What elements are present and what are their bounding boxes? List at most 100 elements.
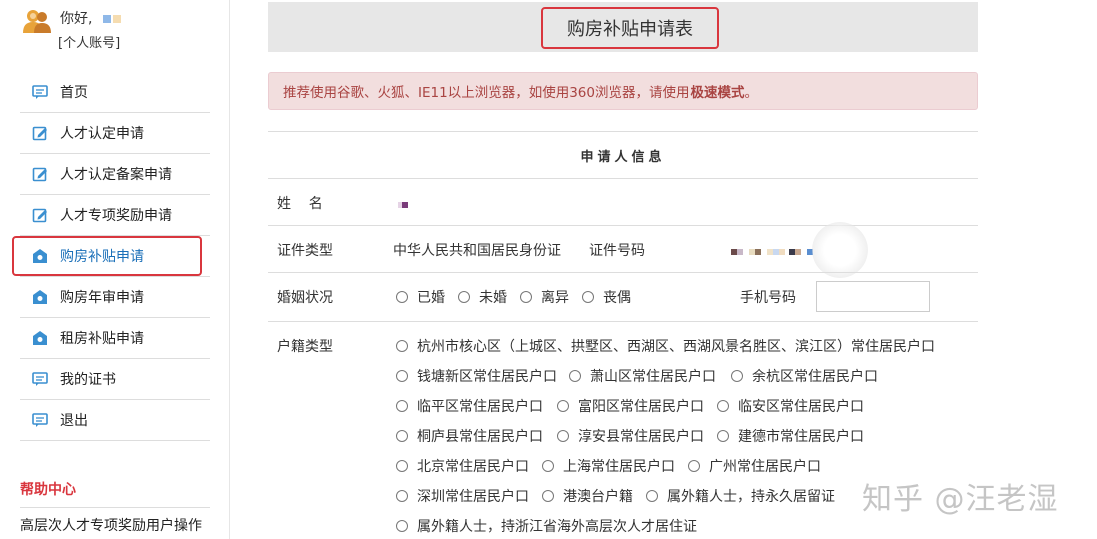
radio-label: 丧偶 — [603, 290, 631, 306]
radio-label: 钱塘新区常住居民户口 — [417, 369, 557, 385]
edit-icon — [32, 167, 47, 182]
id-type-value: 中华人民共和国居民身份证 — [393, 243, 561, 259]
id-number-redacted — [731, 244, 813, 260]
hukou-radio-fuyang[interactable]: 富阳区常住居民户口 — [557, 396, 704, 416]
radio-label: 临安区常住居民户口 — [738, 399, 864, 415]
greeting-text: 你好, — [60, 8, 121, 28]
edit-icon — [32, 126, 47, 141]
sidebar-item-label: 购房年审申请 — [60, 290, 144, 306]
radio-label: 离异 — [541, 290, 569, 306]
radio-circle[interactable] — [396, 460, 408, 472]
name-value-redacted — [398, 197, 408, 213]
radio-circle[interactable] — [458, 291, 470, 303]
phone-input[interactable] — [816, 281, 930, 312]
hukou-radio-tonglu[interactable]: 桐庐县常住居民户口 — [396, 426, 543, 446]
hukou-radio-shanghai[interactable]: 上海常住居民户口 — [542, 456, 675, 476]
hukou-type-label: 户籍类型 — [277, 339, 333, 355]
sidebar-nav: 首页 人才认定申请 人才认定备案申请 人才专项奖励申请 购房补贴申请 购房年审申… — [20, 72, 210, 441]
radio-circle[interactable] — [557, 430, 569, 442]
sidebar-item-talent-reward[interactable]: 人才专项奖励申请 — [20, 195, 210, 236]
hukou-radio-yuhang[interactable]: 余杭区常住居民户口 — [731, 366, 878, 386]
radio-circle[interactable] — [396, 340, 408, 352]
radio-circle[interactable] — [717, 400, 729, 412]
radio-circle[interactable] — [396, 430, 408, 442]
radio-label: 杭州市核心区（上城区、拱墅区、西湖区、西湖风景名胜区、滨江区）常住居民户口 — [417, 339, 935, 355]
radio-circle[interactable] — [688, 460, 700, 472]
radio-circle[interactable] — [520, 291, 532, 303]
sidebar-item-home[interactable]: 首页 — [20, 72, 210, 113]
sidebar-item-talent-certification[interactable]: 人才认定申请 — [20, 113, 210, 154]
radio-circle[interactable] — [542, 490, 554, 502]
divider — [268, 225, 978, 226]
sidebar-item-logout[interactable]: 退出 — [20, 400, 210, 441]
radio-label: 港澳台户籍 — [563, 489, 633, 505]
radio-label: 上海常住居民户口 — [563, 459, 675, 475]
radio-label: 萧山区常住居民户口 — [590, 369, 716, 385]
hukou-radio-foreign-zhejiang-talent[interactable]: 属外籍人士，持浙江省海外高层次人才居住证 — [396, 516, 697, 536]
avatar — [23, 10, 51, 33]
radio-circle[interactable] — [396, 291, 408, 303]
radio-circle[interactable] — [542, 460, 554, 472]
radio-circle[interactable] — [396, 490, 408, 502]
radio-circle[interactable] — [569, 370, 581, 382]
divider — [268, 178, 978, 179]
divider — [268, 272, 978, 273]
edit-icon — [32, 208, 47, 223]
comment-icon — [32, 372, 48, 386]
radio-label: 建德市常住居民户口 — [738, 429, 864, 445]
radio-label: 属外籍人士，持永久居留证 — [667, 489, 835, 505]
home-icon — [33, 290, 47, 304]
marital-radio-married[interactable]: 已婚 — [396, 287, 445, 307]
sidebar-item-label: 我的证书 — [60, 372, 116, 388]
radio-circle[interactable] — [717, 430, 729, 442]
alert-text: 推荐使用谷歌、火狐、IE11以上浏览器，如使用360浏览器，请使用 — [283, 85, 690, 101]
hukou-radio-xiaoshan[interactable]: 萧山区常住居民户口 — [569, 366, 716, 386]
sidebar-item-label: 人才认定备案申请 — [60, 167, 172, 183]
radio-circle[interactable] — [557, 400, 569, 412]
id-type-label: 证件类型 — [277, 243, 333, 259]
help-center-title: 帮助中心 — [20, 482, 76, 498]
name-label: 姓 名 — [277, 196, 323, 212]
redacted-name — [102, 15, 111, 23]
sidebar-item-rent-subsidy[interactable]: 租房补贴申请 — [20, 318, 210, 359]
radio-circle[interactable] — [582, 291, 594, 303]
radio-circle[interactable] — [396, 370, 408, 382]
sidebar-item-housing-subsidy[interactable]: 购房补贴申请 — [20, 236, 210, 277]
hukou-radio-shenzhen[interactable]: 深圳常住居民户口 — [396, 486, 529, 506]
hukou-radio-linan[interactable]: 临安区常住居民户口 — [717, 396, 864, 416]
greeting-label: 你好, — [60, 11, 93, 27]
sidebar-item-label: 租房补贴申请 — [60, 331, 144, 347]
radio-label: 未婚 — [479, 290, 507, 306]
sidebar-item-label: 退出 — [60, 413, 88, 429]
radio-label: 北京常住居民户口 — [417, 459, 529, 475]
radio-circle[interactable] — [396, 400, 408, 412]
radio-label: 属外籍人士，持浙江省海外高层次人才居住证 — [417, 519, 697, 535]
hukou-radio-chunan[interactable]: 淳安县常住居民户口 — [557, 426, 704, 446]
hukou-radio-linping[interactable]: 临平区常住居民户口 — [396, 396, 543, 416]
hukou-radio-qiantang[interactable]: 钱塘新区常住居民户口 — [396, 366, 557, 386]
hukou-radio-guangzhou[interactable]: 广州常住居民户口 — [688, 456, 821, 476]
sidebar-item-housing-annual-review[interactable]: 购房年审申请 — [20, 277, 210, 318]
marital-radio-single[interactable]: 未婚 — [458, 287, 507, 307]
image-artifact — [812, 222, 868, 278]
radio-circle[interactable] — [646, 490, 658, 502]
marital-radio-divorced[interactable]: 离异 — [520, 287, 569, 307]
hukou-radio-foreign-permanent[interactable]: 属外籍人士，持永久居留证 — [646, 486, 835, 506]
account-link[interactable]: [个人账号] — [58, 32, 120, 51]
comment-icon — [32, 413, 48, 427]
help-link[interactable]: 高层次人才专项奖励用户操作 — [20, 515, 202, 535]
hukou-radio-beijing[interactable]: 北京常住居民户口 — [396, 456, 529, 476]
alert-bold-text: 极速模式 — [690, 85, 745, 101]
id-number-label: 证件号码 — [589, 243, 645, 259]
sidebar-item-my-certificates[interactable]: 我的证书 — [20, 359, 210, 400]
sidebar-item-label: 购房补贴申请 — [60, 249, 144, 265]
hukou-radio-hangzhou-core[interactable]: 杭州市核心区（上城区、拱墅区、西湖区、西湖风景名胜区、滨江区）常住居民户口 — [396, 336, 935, 356]
radio-circle[interactable] — [396, 520, 408, 532]
radio-circle[interactable] — [731, 370, 743, 382]
alert-end: 。 — [744, 85, 758, 101]
marital-radio-widowed[interactable]: 丧偶 — [582, 287, 631, 307]
sidebar-item-talent-filing[interactable]: 人才认定备案申请 — [20, 154, 210, 195]
hukou-radio-hk-macau-taiwan[interactable]: 港澳台户籍 — [542, 486, 633, 506]
divider — [268, 321, 978, 322]
hukou-radio-jiande[interactable]: 建德市常住居民户口 — [717, 426, 864, 446]
